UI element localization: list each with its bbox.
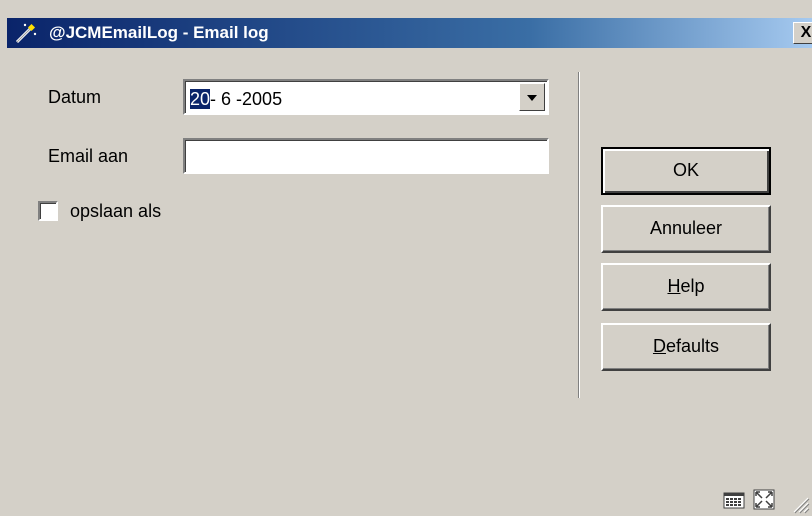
calendar-grid-icon[interactable] [722,487,746,511]
annuleer-button-label: Annuleer [649,218,723,238]
help-mnemonic: H [667,276,681,296]
close-button[interactable]: X [793,22,812,44]
opslaan-label[interactable]: opslaan als [70,200,161,222]
datum-dropdown-button[interactable] [519,83,545,111]
maximize-arrows-icon[interactable] [752,487,776,511]
help-label-rest: elp [680,276,705,296]
help-button-label: Help [667,276,704,296]
resize-grip-icon[interactable] [790,494,810,514]
window-title: @JCMEmailLog - Email log [49,23,269,42]
datum-combobox[interactable]: 20- 6 -2005 [183,79,549,115]
annuleer-button[interactable]: Annuleer [601,205,771,253]
datum-month-year: - 6 -2005 [210,89,283,109]
title-bar[interactable]: @JCMEmailLog - Email log X [7,18,812,48]
email-label: Email aan [48,146,129,166]
defaults-button-label: Defaults [653,336,719,356]
defaults-label-rest: efaults [665,336,720,356]
chevron-down-icon [527,95,537,101]
defaults-mnemonic: D [652,336,666,356]
ok-button-label: OK [672,160,699,180]
datum-day-selected: 20 [190,89,211,109]
email-log-dialog: @JCMEmailLog - Email log X Datum 20- 6 -… [0,0,812,516]
email-field[interactable] [183,138,549,174]
datum-value[interactable]: 20- 6 -2005 [190,88,282,110]
opslaan-checkbox[interactable] [38,201,58,221]
magic-wand-icon [15,23,37,44]
help-button[interactable]: Help [601,263,771,311]
vertical-divider [578,72,580,398]
ok-button[interactable]: OK [601,147,771,195]
datum-label: Datum [48,87,102,107]
close-icon: X [800,24,812,41]
defaults-button[interactable]: Defaults [601,323,771,371]
